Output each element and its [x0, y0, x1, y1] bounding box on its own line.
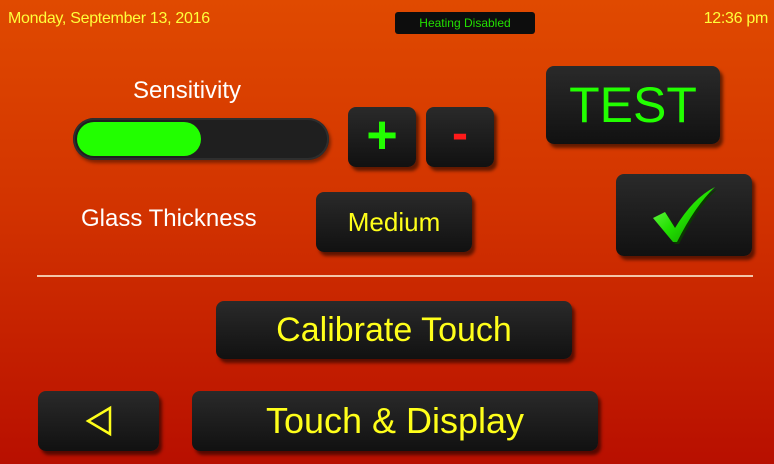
calibrate-touch-button[interactable]: Calibrate Touch	[216, 301, 572, 359]
sensitivity-slider-fill	[77, 122, 201, 156]
test-button[interactable]: TEST	[546, 66, 720, 144]
checkmark-icon	[653, 187, 717, 244]
heating-status-badge: Heating Disabled	[395, 12, 535, 34]
back-button[interactable]	[38, 391, 159, 451]
sensitivity-slider[interactable]	[73, 118, 329, 160]
calibrate-touch-label: Calibrate Touch	[276, 310, 512, 349]
glass-thickness-value: Medium	[347, 206, 441, 237]
increase-sensitivity-button[interactable]: +	[348, 107, 416, 167]
back-arrow-icon	[85, 405, 111, 437]
glass-thickness-label: Glass Thickness	[81, 205, 257, 232]
time-display: 12:36 pm	[703, 10, 769, 27]
section-divider	[37, 275, 753, 277]
touch-display-button[interactable]: Touch & Display	[192, 391, 598, 451]
minus-icon: -	[452, 107, 468, 160]
decrease-sensitivity-button[interactable]: -	[426, 107, 494, 167]
confirm-button[interactable]	[616, 174, 752, 256]
plus-icon: +	[366, 105, 398, 165]
sensitivity-label: Sensitivity	[133, 77, 242, 104]
glass-thickness-button[interactable]: Medium	[316, 192, 472, 252]
touch-display-label: Touch & Display	[265, 400, 525, 441]
test-button-label: TEST	[569, 77, 697, 133]
date-display: Monday, September 13, 2016	[8, 10, 210, 27]
